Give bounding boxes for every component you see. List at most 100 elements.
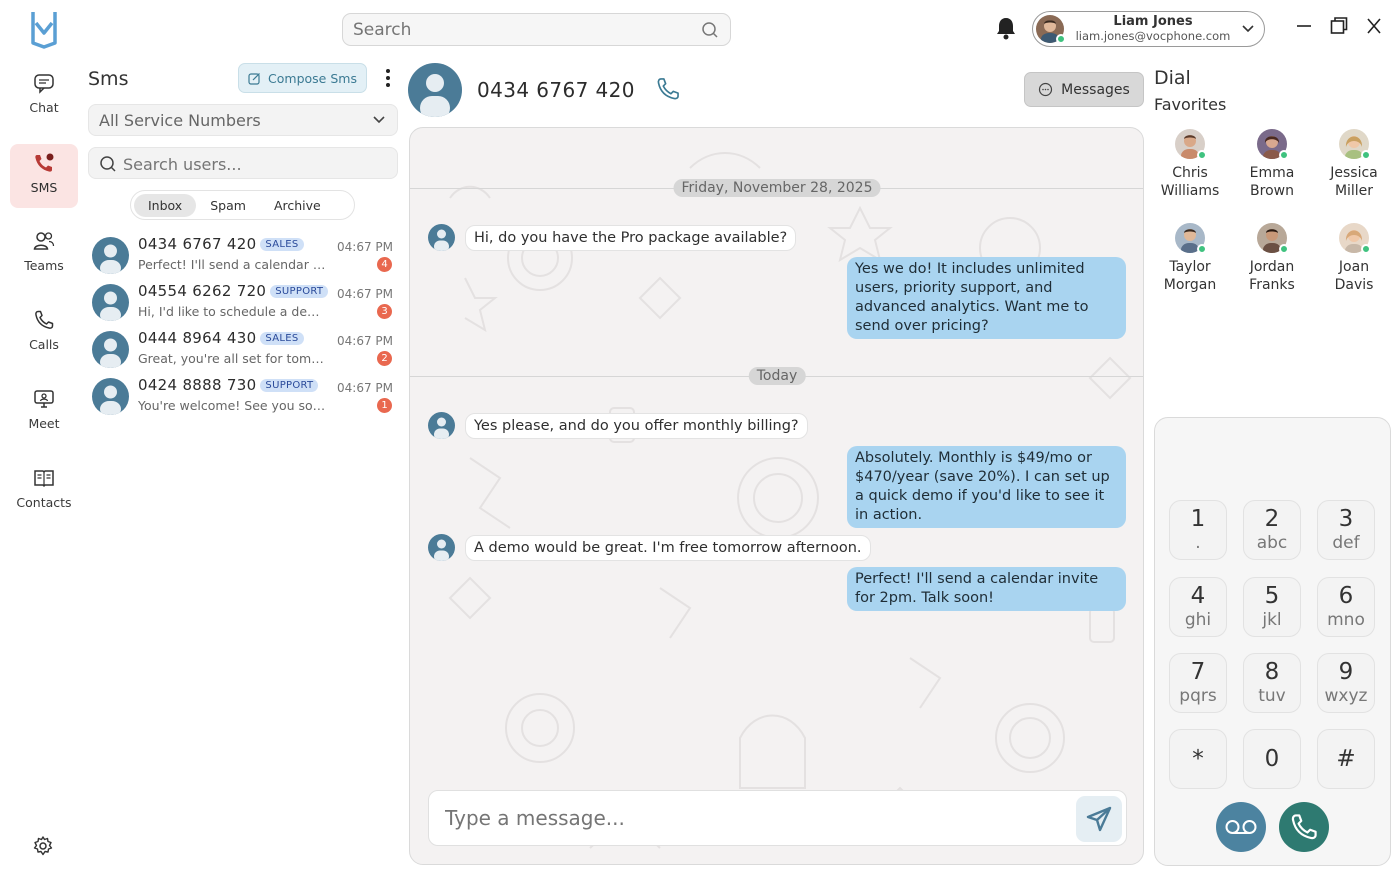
nav-item-meet[interactable]: Meet: [10, 380, 78, 444]
user-search[interactable]: [88, 147, 398, 179]
online-status-dot: [1197, 244, 1207, 254]
message-input[interactable]: [445, 803, 1045, 833]
online-status-dot: [1361, 244, 1371, 254]
keypad-key-9[interactable]: 9 wxyz: [1317, 653, 1375, 713]
conversation-item[interactable]: 0434 6767 420 SALES Perfect! I'll send a …: [92, 235, 397, 279]
nav-item-chat[interactable]: Chat: [10, 64, 78, 128]
dial-keypad: 1. 2 abc 3 def 4 ghi 5 jkl 6 mno 7 pqrs 8 tuv 9…: [1154, 417, 1391, 866]
conversation-preview: Great, you're all set for tomorrow.: [138, 351, 328, 366]
phone-icon: [35, 310, 54, 329]
minimize-icon[interactable]: [1296, 16, 1312, 36]
tab-archive[interactable]: Archive: [260, 194, 335, 217]
avatar: [1257, 223, 1289, 257]
teams-icon: [33, 232, 55, 250]
nav-label: Calls: [29, 337, 59, 352]
send-button[interactable]: [1076, 796, 1122, 842]
nav-item-contacts[interactable]: Contacts: [10, 459, 78, 523]
keypad-key-star[interactable]: *: [1169, 729, 1227, 789]
incoming-avatar-icon: [428, 224, 455, 251]
search-icon: [702, 22, 718, 38]
keypad-key-hash[interactable]: #: [1317, 729, 1375, 789]
nav-item-calls[interactable]: Calls: [10, 301, 78, 365]
keypad-key-0[interactable]: 0: [1243, 729, 1301, 789]
service-number-select[interactable]: All Service Numbers: [88, 104, 398, 136]
close-icon[interactable]: [1366, 16, 1382, 36]
favorite-first-name: Jordan: [1249, 259, 1295, 275]
avatar: [1339, 223, 1371, 258]
avatar: [1257, 129, 1289, 164]
conversation-number: 0434 6767 420: [138, 235, 257, 253]
compose-sms-button[interactable]: Compose Sms: [238, 63, 367, 93]
keypad-key-1[interactable]: 1.: [1169, 500, 1227, 560]
keypad-key-7[interactable]: 7 pqrs: [1169, 653, 1227, 713]
conversation-time: 04:67 PM: [337, 381, 393, 395]
conversation-item[interactable]: 0424 8888 730 SUPPORT You're welcome! See…: [92, 376, 397, 420]
avatar: [1175, 129, 1207, 163]
online-status-dot: [1197, 150, 1207, 160]
support-tag-badge: SUPPORT: [270, 285, 329, 298]
voicemail-button[interactable]: [1216, 802, 1266, 852]
nav-item-teams[interactable]: Teams: [10, 222, 78, 286]
conversation-time: 04:67 PM: [337, 334, 393, 348]
contact-avatar-icon: [92, 284, 129, 321]
favorite-last-name: Brown: [1250, 183, 1294, 199]
avatar: [1036, 15, 1066, 45]
favorite-contact[interactable]: Jessica Miller: [1314, 129, 1394, 200]
favorite-contact[interactable]: Chris Williams: [1150, 129, 1230, 200]
keypad-key-2[interactable]: 2 abc: [1243, 500, 1301, 560]
notification-bell-icon[interactable]: [995, 16, 1017, 40]
meet-icon: [34, 390, 54, 408]
sales-tag-badge: SALES: [260, 238, 304, 251]
search-icon: [100, 156, 116, 172]
favorite-contact[interactable]: Jordan Franks: [1232, 223, 1312, 294]
favorite-first-name: Taylor: [1169, 259, 1211, 275]
favorite-contact[interactable]: Taylor Morgan: [1150, 223, 1230, 294]
conversation-number: 0444 8964 430: [138, 329, 257, 347]
keypad-key-8[interactable]: 8 tuv: [1243, 653, 1301, 713]
call-button[interactable]: [1279, 802, 1329, 852]
settings-gear-icon[interactable]: [32, 835, 54, 857]
nav-item-sms[interactable]: SMS: [10, 144, 78, 208]
user-email: liam.jones@vocphone.com: [1075, 29, 1231, 43]
conversation-item[interactable]: 0444 8964 430 SALES Great, you're all set…: [92, 329, 397, 373]
tab-inbox[interactable]: Inbox: [134, 193, 197, 217]
favorite-contact[interactable]: Joan Davis: [1314, 223, 1394, 294]
call-contact-phone-icon[interactable]: [655, 76, 681, 102]
message-composer[interactable]: [428, 790, 1127, 846]
chat-icon: [34, 74, 54, 94]
keypad-key-6[interactable]: 6 mno: [1317, 577, 1375, 637]
support-tag-badge: SUPPORT: [260, 379, 319, 392]
nav-label: Contacts: [16, 495, 72, 510]
more-options-icon[interactable]: [385, 68, 391, 88]
favorite-first-name: Jessica: [1330, 165, 1378, 181]
phone-icon: [1291, 814, 1317, 840]
favorite-last-name: Williams: [1160, 183, 1220, 199]
user-search-input[interactable]: [123, 151, 373, 177]
messages-button[interactable]: Messages: [1024, 72, 1144, 107]
send-paper-plane-icon: [1086, 806, 1112, 832]
favorite-first-name: Chris: [1172, 165, 1208, 181]
tab-spam[interactable]: Spam: [196, 194, 260, 217]
conversation-item[interactable]: 04554 6262 720 SUPPORT Hi, I'd like to sc…: [92, 282, 397, 326]
restore-window-icon[interactable]: [1330, 16, 1348, 36]
app-window: Liam Jones liam.jones@vocphone.com Chat …: [0, 0, 1400, 875]
keypad-key-5[interactable]: 5 jkl: [1243, 577, 1301, 637]
sms-panel-title: Sms: [88, 68, 129, 90]
favorite-contact[interactable]: Emma Brown: [1232, 129, 1312, 200]
global-search-input[interactable]: [343, 14, 683, 45]
conversation-number: 0424 8888 730: [138, 376, 257, 394]
chat-contact-avatar-icon: [408, 63, 462, 117]
online-status-dot: [1056, 34, 1066, 44]
unread-count-badge: 4: [377, 257, 392, 272]
keypad-key-4[interactable]: 4 ghi: [1169, 577, 1227, 637]
user-profile-dropdown[interactable]: Liam Jones liam.jones@vocphone.com: [1032, 11, 1265, 47]
online-status-dot: [1279, 244, 1289, 254]
chat-thread[interactable]: Friday, November 28, 2025 Hi, do you hav…: [409, 127, 1144, 865]
outgoing-message: Yes we do! It includes unlimited users, …: [847, 257, 1126, 339]
date-separator: Today: [748, 367, 806, 385]
online-status-dot: [1361, 150, 1371, 160]
keypad-key-3[interactable]: 3 def: [1317, 500, 1375, 560]
global-search[interactable]: [342, 13, 731, 46]
sms-filter-tabs: Inbox Spam Archive: [130, 190, 355, 220]
favorite-last-name: Franks: [1249, 277, 1295, 293]
